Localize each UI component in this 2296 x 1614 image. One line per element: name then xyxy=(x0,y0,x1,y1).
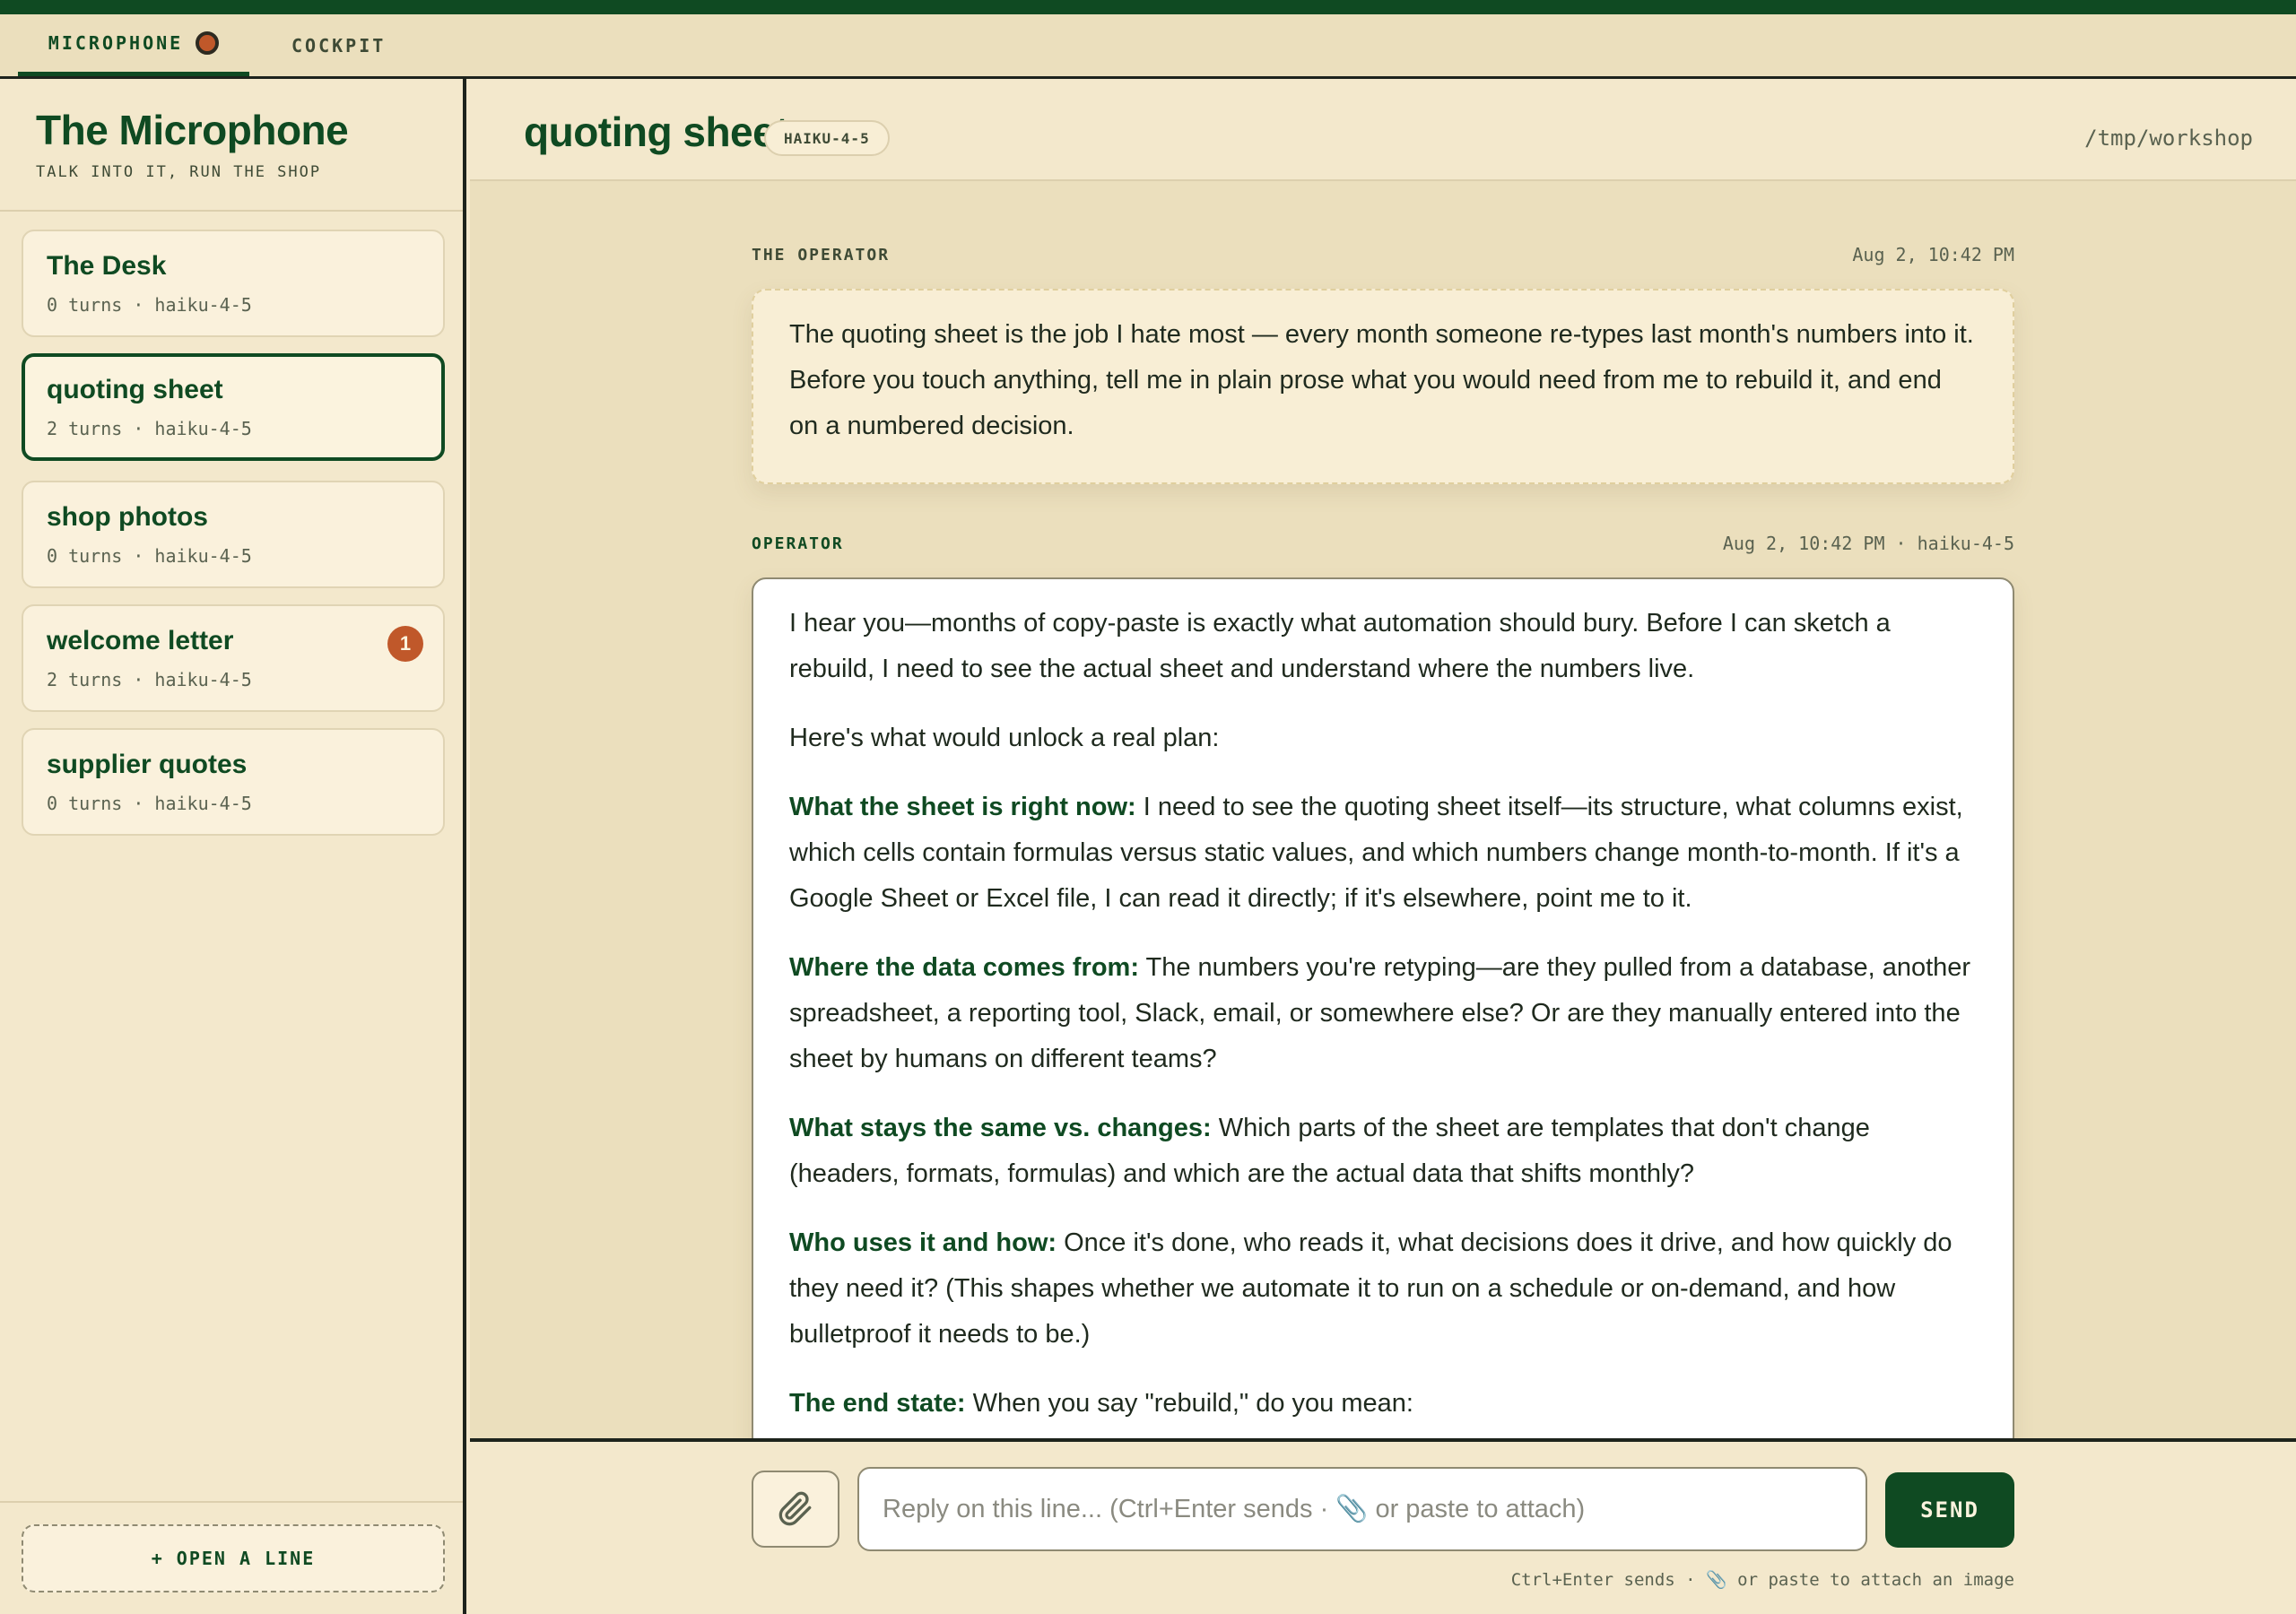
conversation-item-welcome-letter[interactable]: welcome letter 2 turns · haiku-4-5 1 xyxy=(22,604,445,712)
reply-input[interactable] xyxy=(857,1467,1867,1551)
divider xyxy=(0,1501,463,1503)
conversation-item-the-desk[interactable]: The Desk 0 turns · haiku-4-5 xyxy=(22,230,445,337)
conversation-title: quoting sheet xyxy=(47,375,223,404)
brand: The Microphone TALK INTO IT, RUN THE SHO… xyxy=(36,106,349,181)
divider xyxy=(0,210,463,212)
send-button[interactable]: SEND xyxy=(1885,1472,2014,1548)
user-message-label: THE OPERATOR xyxy=(752,246,891,265)
page-title: quoting sheet xyxy=(524,108,789,155)
message-section: Who uses it and how: Once it's done, who… xyxy=(789,1220,1977,1358)
conversation-header: quoting sheet HAIKU-4-5 /tmp/workshop xyxy=(470,79,2296,181)
app-title: The Microphone xyxy=(36,107,349,153)
open-line-button[interactable]: + OPEN A LINE xyxy=(22,1524,445,1592)
tab-microphone-label: MICROPHONE xyxy=(48,32,184,54)
assistant-message: I hear you—months of copy-paste is exact… xyxy=(752,577,2014,1528)
conversation-title: supplier quotes xyxy=(47,750,248,779)
assistant-message-label: OPERATOR xyxy=(752,534,844,553)
section-heading: What stays the same vs. changes: xyxy=(789,1114,1212,1142)
message-paragraph: Here's what would unlock a real plan: xyxy=(789,724,1220,752)
message-section: Where the data comes from: The numbers y… xyxy=(789,945,1977,1082)
attach-button[interactable] xyxy=(752,1471,839,1548)
conversation-item-supplier-quotes[interactable]: supplier quotes 0 turns · haiku-4-5 xyxy=(22,728,445,836)
conversation-title: shop photos xyxy=(47,502,208,532)
assistant-message-timestamp: Aug 2, 10:42 PM · haiku-4-5 xyxy=(1722,533,2014,554)
tab-cockpit[interactable]: COCKPIT xyxy=(291,14,386,76)
conversation-meta: 2 turns · haiku-4-5 xyxy=(47,669,252,690)
conversation-meta: 2 turns · haiku-4-5 xyxy=(47,418,252,439)
record-dot-icon xyxy=(196,31,220,55)
section-heading: Who uses it and how: xyxy=(789,1228,1057,1257)
conversation-meta: 0 turns · haiku-4-5 xyxy=(47,793,252,814)
user-message-timestamp: Aug 2, 10:42 PM xyxy=(1852,244,2014,265)
user-message: The quoting sheet is the job I hate most… xyxy=(752,289,2014,484)
conversation-item-shop-photos[interactable]: shop photos 0 turns · haiku-4-5 xyxy=(22,481,445,588)
tab-microphone[interactable]: MICROPHONE xyxy=(18,14,249,76)
tab-bar: MICROPHONE COCKPIT xyxy=(0,14,2296,79)
conversation-meta: 0 turns · haiku-4-5 xyxy=(47,545,252,567)
unread-badge: 1 xyxy=(387,626,423,662)
working-directory: /tmp/workshop xyxy=(2084,126,2253,151)
app-subtitle: TALK INTO IT, RUN THE SHOP xyxy=(36,163,322,181)
tab-cockpit-label: COCKPIT xyxy=(291,34,387,56)
paperclip-icon xyxy=(778,1491,812,1526)
main-panel: quoting sheet HAIKU-4-5 /tmp/workshop TH… xyxy=(470,79,2296,1614)
section-heading: The end state: xyxy=(789,1389,966,1418)
message-section: What stays the same vs. changes: Which p… xyxy=(789,1106,1977,1197)
message-paragraph: I hear you—months of copy-paste is exact… xyxy=(789,609,1891,683)
composer-hint: Ctrl+Enter sends · 📎 or paste to attach … xyxy=(1510,1570,2014,1590)
conversation-title: The Desk xyxy=(47,251,167,281)
conversation-item-quoting-sheet[interactable]: quoting sheet 2 turns · haiku-4-5 xyxy=(22,353,445,461)
top-accent-bar xyxy=(0,0,2296,14)
composer: SEND Ctrl+Enter sends · 📎 or paste to at… xyxy=(470,1438,2296,1614)
message-section: The end state: When you say "rebuild," d… xyxy=(789,1381,1977,1427)
section-body: When you say "rebuild," do you mean: xyxy=(965,1389,1413,1418)
sidebar: The Microphone TALK INTO IT, RUN THE SHO… xyxy=(0,79,466,1614)
conversation-title: welcome letter xyxy=(47,626,234,655)
model-badge: HAIKU-4-5 xyxy=(764,120,890,156)
section-heading: What the sheet is right now: xyxy=(789,793,1136,821)
section-heading: Where the data comes from: xyxy=(789,953,1139,982)
conversation-meta: 0 turns · haiku-4-5 xyxy=(47,294,252,316)
message-section: What the sheet is right now: I need to s… xyxy=(789,785,1977,922)
